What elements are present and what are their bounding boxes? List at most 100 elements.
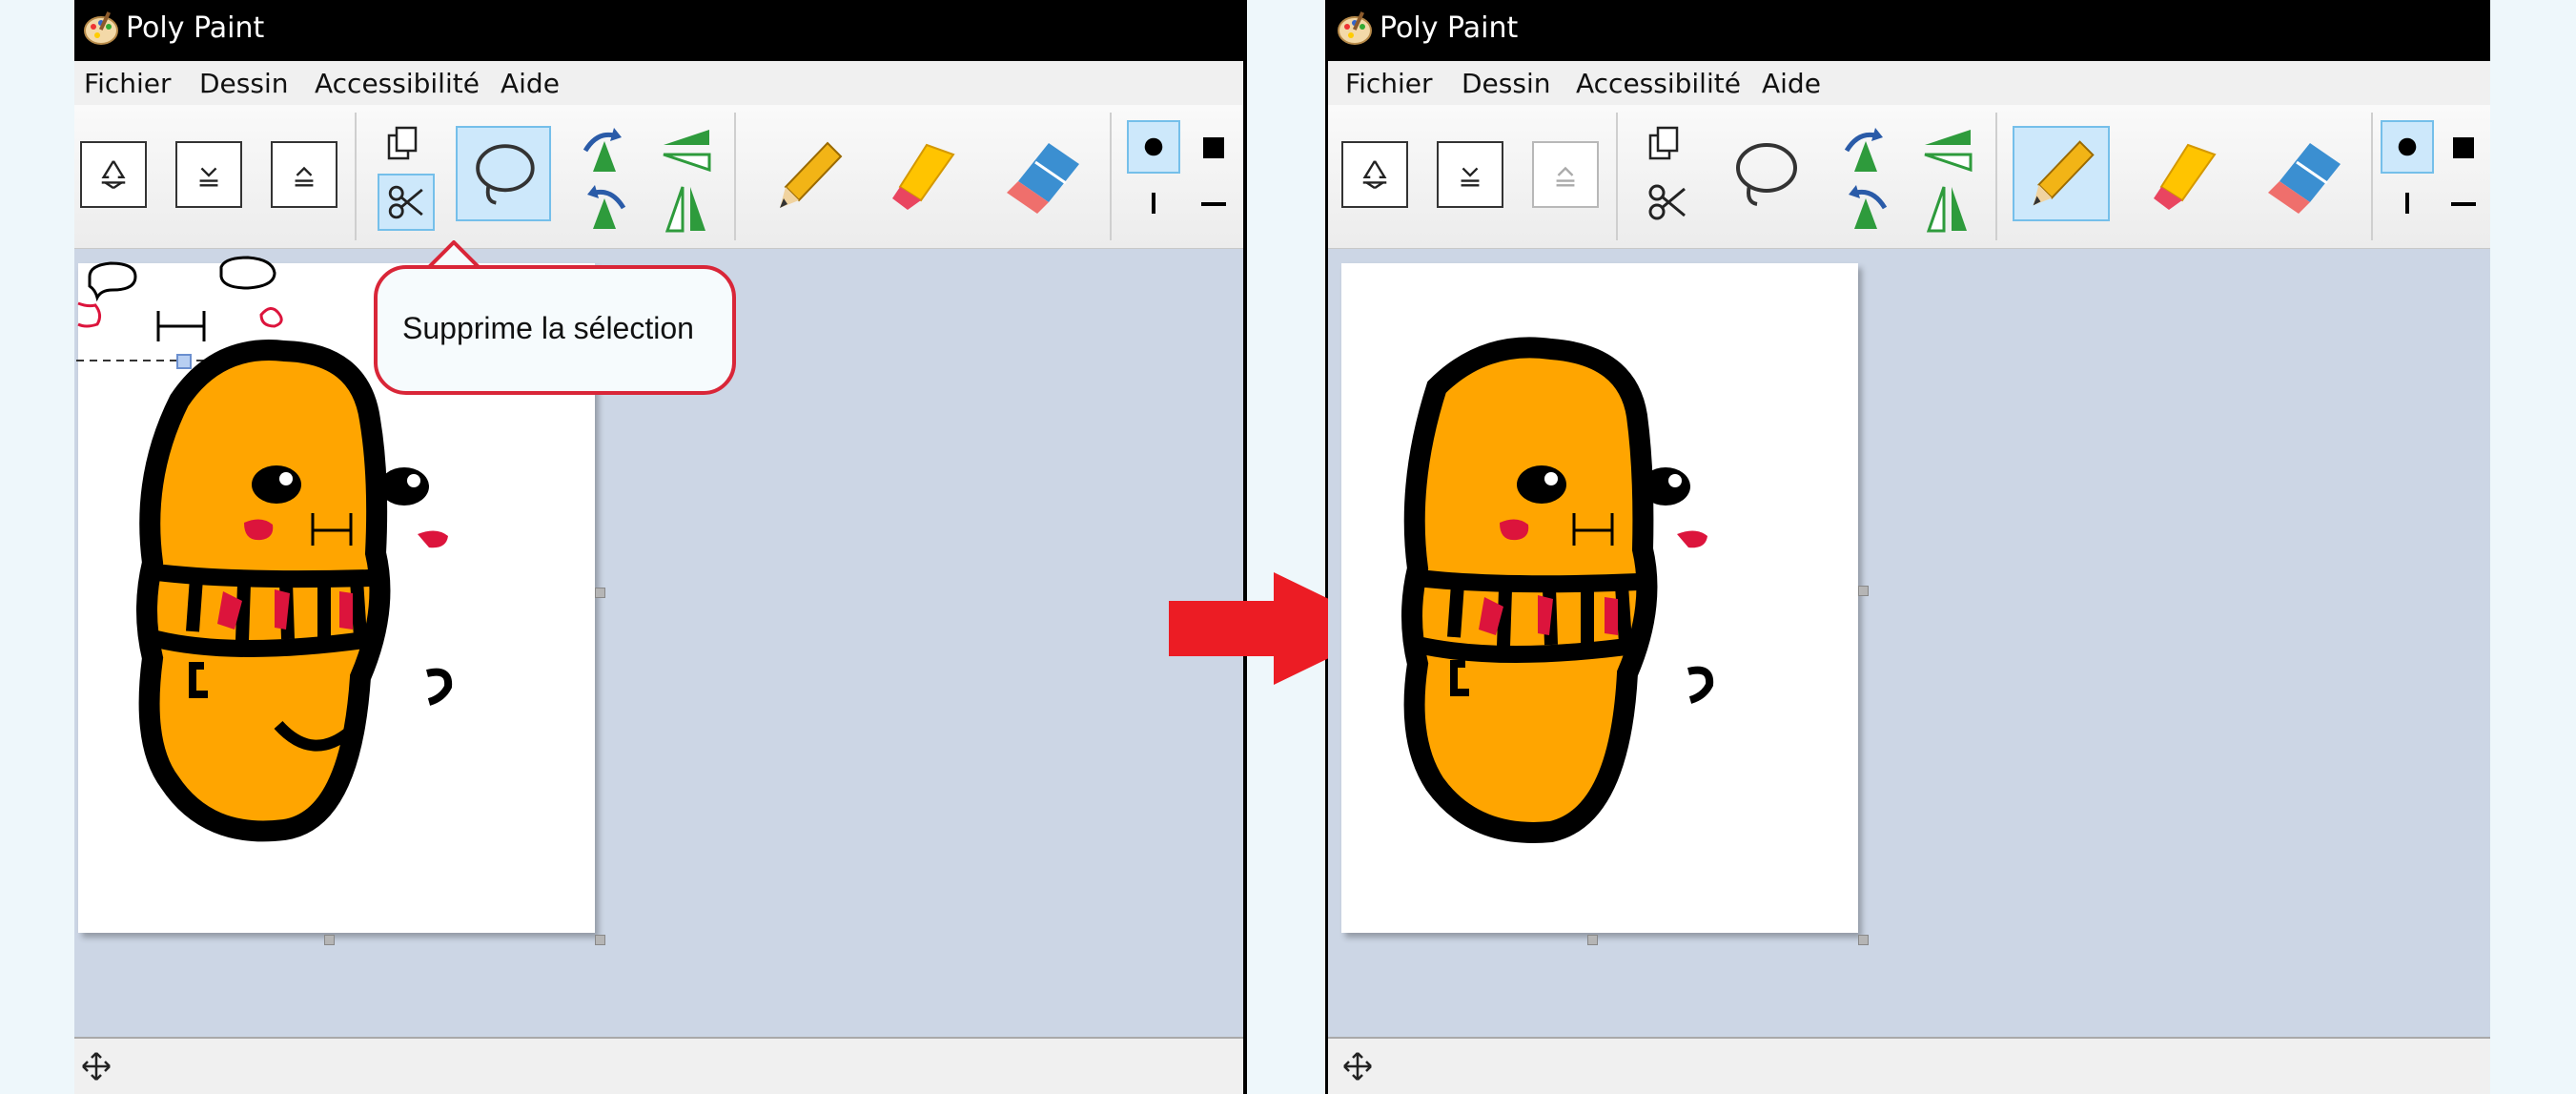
toolbar-separator [1110, 113, 1112, 240]
menu-bar: Fichier Dessin Accessibilité Aide [74, 61, 1243, 106]
toolbar-separator [355, 113, 357, 240]
stroke-square-button[interactable] [1186, 120, 1239, 174]
stroke-vertical-button[interactable] [1127, 177, 1180, 231]
stroke-round-button[interactable] [1127, 120, 1180, 174]
redo-button[interactable] [1532, 141, 1599, 208]
window-title: Poly Paint [126, 11, 265, 45]
copy-button[interactable] [1643, 122, 1687, 166]
flip-horizontal-button[interactable] [1919, 181, 1976, 235]
vertical-line-icon [2405, 193, 2409, 214]
toolbar-separator [734, 113, 736, 240]
stroke-round-button[interactable] [2381, 120, 2434, 174]
stroke-vertical-button[interactable] [2381, 177, 2434, 231]
clear-button[interactable] [1341, 141, 1408, 208]
menu-accessibilite[interactable]: Accessibilité [315, 68, 480, 99]
cut-button[interactable] [1639, 174, 1696, 231]
highlighter-button[interactable] [2133, 130, 2238, 221]
toolbar-separator [1995, 113, 1997, 240]
eraser-icon [2268, 143, 2341, 214]
flip-icon [664, 186, 705, 233]
resize-handle[interactable] [1858, 586, 1869, 596]
eye-shape [252, 465, 301, 504]
menu-dessin[interactable]: Dessin [199, 68, 289, 99]
highlighter-icon [2154, 143, 2217, 210]
pencil-icon [2033, 140, 2095, 206]
rotate-ccw-button[interactable] [1837, 181, 1894, 235]
cut-button[interactable] [378, 174, 435, 231]
flip-icon [663, 130, 711, 173]
round-tip-icon [1144, 137, 1163, 156]
pencil-button[interactable] [761, 130, 856, 221]
lasso-button[interactable] [456, 126, 551, 221]
panel-divider [1243, 0, 1247, 1094]
menu-bar: Fichier Dessin Accessibilité Aide [1328, 61, 2490, 106]
vertical-line-icon [1152, 193, 1155, 214]
eraser-button[interactable] [2253, 130, 2358, 221]
lasso-button[interactable] [1717, 126, 1812, 221]
resize-handle[interactable] [1587, 935, 1598, 945]
rotate-cw-button[interactable] [1837, 124, 1894, 177]
rotate-icon [1844, 128, 1883, 172]
undo-icon [1461, 167, 1480, 187]
square-tip-icon [1203, 137, 1224, 158]
redo-icon [295, 166, 314, 187]
rotate-icon [1849, 185, 1888, 229]
redo-button[interactable] [271, 141, 337, 208]
copy-icon [1648, 126, 1679, 160]
scissors-icon [388, 185, 423, 219]
flip-icon [1926, 186, 1967, 233]
menu-accessibilite[interactable]: Accessibilité [1576, 68, 1741, 99]
resize-handle[interactable] [595, 588, 605, 598]
undo-button[interactable] [1437, 141, 1503, 208]
move-icon [82, 1052, 111, 1081]
undo-button[interactable] [175, 141, 242, 208]
copy-button[interactable] [381, 122, 425, 166]
toolbar [74, 105, 1243, 249]
flip-vertical-button[interactable] [658, 124, 715, 177]
pencil-icon [780, 141, 843, 208]
lasso-icon [1736, 143, 1797, 206]
stroke-horizontal-button[interactable] [2438, 177, 2485, 231]
menu-fichier[interactable]: Fichier [84, 68, 172, 99]
tooltip-text: Supprime la sélection [402, 311, 694, 345]
menu-aide[interactable]: Aide [501, 68, 560, 99]
horizontal-line-icon [1201, 202, 1226, 206]
lasso-icon [476, 144, 535, 205]
menu-fichier[interactable]: Fichier [1345, 68, 1433, 99]
clear-button[interactable] [80, 141, 147, 208]
stroke-horizontal-button[interactable] [1186, 177, 1239, 231]
eraser-button[interactable] [992, 130, 1096, 221]
drawing-strokes[interactable] [1341, 263, 1858, 933]
status-bar [74, 1037, 1243, 1094]
title-bar: Poly Paint [1328, 0, 2490, 61]
horizontal-line-icon [2451, 202, 2476, 206]
highlighter-icon [892, 143, 955, 210]
flip-vertical-button[interactable] [1919, 124, 1976, 177]
highlighter-button[interactable] [871, 130, 976, 221]
selection-handle[interactable] [176, 354, 192, 369]
redo-icon [1556, 166, 1575, 187]
character-body [136, 340, 391, 842]
resize-handle[interactable] [1858, 935, 1869, 945]
rotate-ccw-button[interactable] [576, 181, 633, 235]
eye-shape [1517, 465, 1566, 504]
eye-shape [379, 467, 429, 506]
window-title: Poly Paint [1380, 11, 1519, 45]
undo-icon [199, 167, 218, 187]
square-tip-icon [2453, 137, 2474, 158]
recycle-icon [1362, 160, 1387, 190]
cheek-shape [77, 301, 102, 328]
resize-handle[interactable] [595, 935, 605, 945]
menu-aide[interactable]: Aide [1762, 68, 1821, 99]
round-tip-icon [2398, 137, 2417, 156]
rotate-cw-button[interactable] [576, 124, 633, 177]
rotate-icon [587, 185, 626, 229]
resize-handle[interactable] [324, 935, 335, 945]
pencil-button[interactable] [2013, 126, 2110, 221]
move-icon [1343, 1052, 1372, 1081]
speech-bubble-shape [88, 261, 137, 302]
copy-icon [387, 126, 418, 160]
stroke-square-button[interactable] [2438, 120, 2485, 174]
menu-dessin[interactable]: Dessin [1462, 68, 1551, 99]
flip-horizontal-button[interactable] [658, 181, 715, 235]
